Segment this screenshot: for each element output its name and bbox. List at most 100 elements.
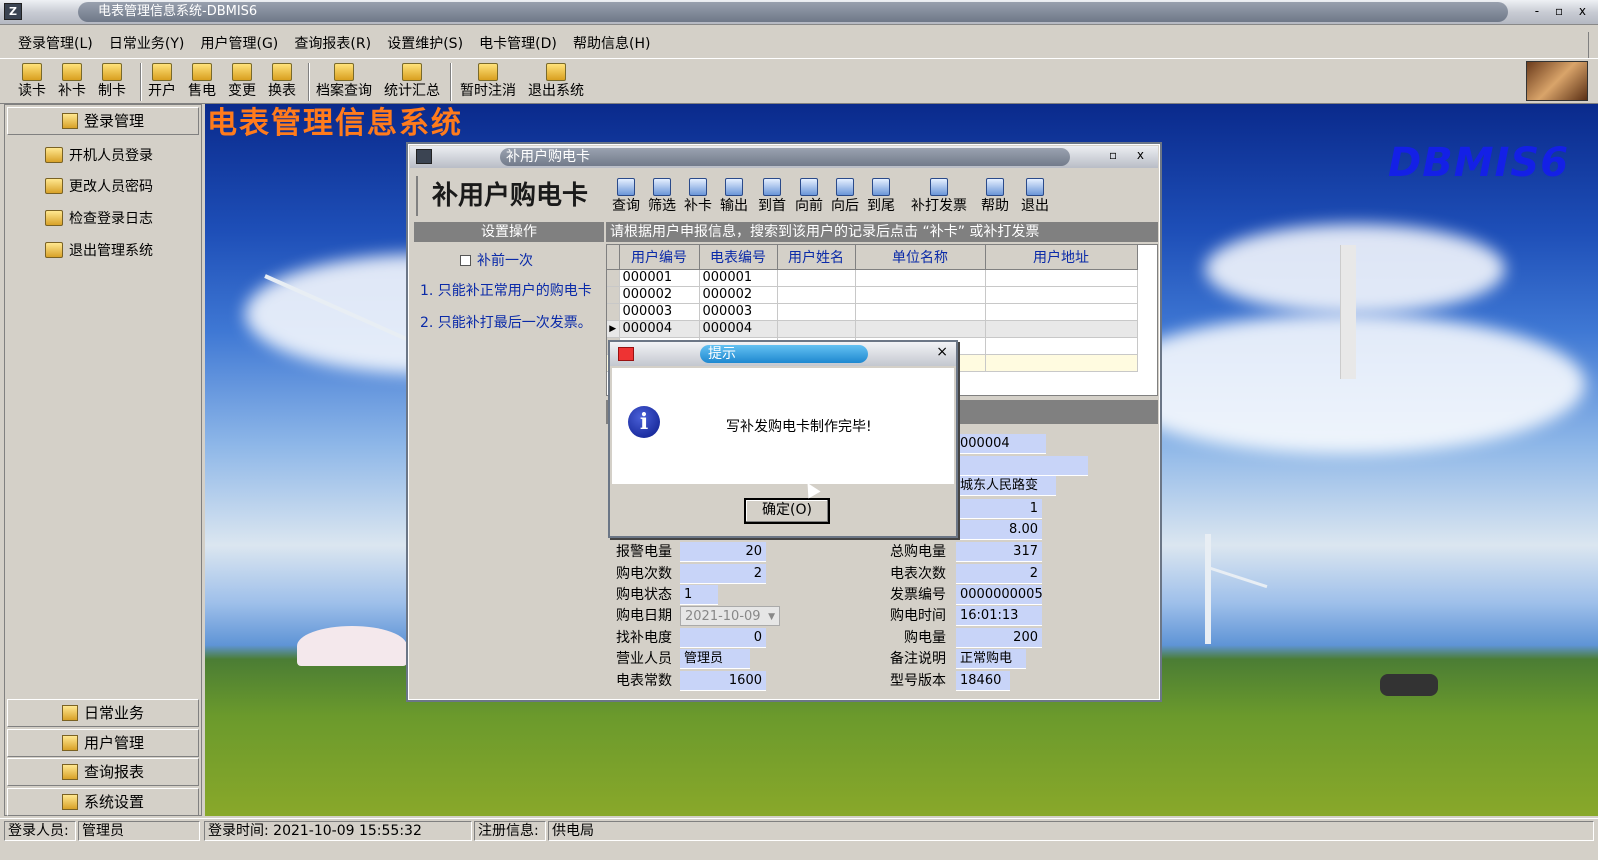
address-field[interactable]: 城东人民路变 — [956, 476, 1056, 496]
daily-icon — [61, 705, 78, 721]
menu-user[interactable]: 用户管理(G) — [195, 32, 285, 56]
prev-arrow-icon — [800, 178, 818, 196]
help-button[interactable]: 帮助 — [981, 176, 1009, 214]
table-row[interactable]: 000003 000003 — [607, 303, 1138, 321]
query-button[interactable]: 查询 — [612, 176, 640, 214]
operator-field[interactable]: 管理员 — [680, 649, 750, 669]
window-controls[interactable]: - ▫ x — [1535, 4, 1592, 18]
first-record-button[interactable]: 到首 — [758, 176, 786, 214]
make-card-button[interactable]: 制卡 — [98, 61, 126, 99]
purchase-power-field[interactable]: 200 — [956, 628, 1042, 648]
app-banner-title: 电表管理信息系统 — [207, 106, 463, 141]
nav-item-operator-login[interactable]: 开机人员登录 — [45, 147, 153, 165]
nav-header-daily[interactable]: 日常业务 — [7, 699, 199, 727]
reprint-invoice-button[interactable]: 补打发票 — [911, 176, 967, 214]
exit-folder-icon — [1026, 178, 1044, 196]
prev-record-button[interactable]: 向前 — [795, 176, 823, 214]
filter-button[interactable]: 筛选 — [648, 176, 676, 214]
reissue-card-action-button[interactable]: 补卡 — [684, 176, 712, 214]
menu-settings[interactable]: 设置维护(S) — [381, 32, 469, 56]
field-label: 找补电度 — [616, 630, 672, 646]
nav-header-login[interactable]: 登录管理 — [7, 107, 199, 135]
ops-header: 设置操作 — [414, 222, 604, 242]
menu-login[interactable]: 登录管理(L) — [12, 32, 99, 56]
menu-card[interactable]: 电卡管理(D) — [473, 32, 563, 56]
row-header — [607, 303, 620, 321]
col-company[interactable]: 单位名称 — [855, 245, 986, 270]
status-reg-label: 注册信息: — [474, 821, 546, 841]
next-record-button[interactable]: 向后 — [831, 176, 859, 214]
status-user-label: 登录人员: — [4, 821, 76, 841]
table-row[interactable]: 000001 000001 — [607, 269, 1138, 287]
purchase-date-picker[interactable]: 2021-10-09 ▼ — [680, 606, 780, 626]
price-field[interactable]: 8.00 — [956, 520, 1042, 540]
col-meter-id[interactable]: 电表编号 — [699, 245, 778, 270]
toolbar-separator — [140, 63, 142, 101]
count-field[interactable]: 1 — [956, 499, 1042, 519]
swap-meter-button[interactable]: 换表 — [268, 61, 296, 99]
status-bar: 登录人员: 管理员 登录时间: 2021-10-09 15:55:32 注册信息… — [0, 818, 1598, 842]
invoice-no-field[interactable]: 0000000005 — [956, 585, 1043, 605]
note-line-2: 2. 只能补打最后一次发票。 — [420, 315, 592, 331]
nav-header-settings[interactable]: 系统设置 — [7, 788, 199, 816]
last-record-button[interactable]: 到尾 — [867, 176, 895, 214]
archive-query-button[interactable]: 档案查询 — [316, 61, 372, 99]
purchase-time-field[interactable]: 16:01:13 — [956, 606, 1042, 626]
row-header — [607, 286, 620, 304]
last-record-icon — [872, 178, 890, 196]
nav-item-change-password[interactable]: 更改人员密码 — [45, 178, 153, 196]
prev-once-checkbox[interactable]: 补前一次 — [460, 252, 533, 270]
remark-field[interactable]: 正常购电 — [956, 649, 1026, 669]
nav-item-exit-system[interactable]: 退出管理系统 — [45, 242, 153, 260]
cell: 000001 — [699, 269, 778, 287]
menu-daily[interactable]: 日常业务(Y) — [103, 32, 190, 56]
table-row[interactable]: 000002 000002 — [607, 286, 1138, 304]
field-label: 电表次数 — [890, 566, 946, 582]
reissue-card-button[interactable]: 补卡 — [58, 61, 86, 99]
temp-logout-button[interactable]: 暂时注消 — [460, 61, 516, 99]
table-row-selected[interactable]: ▶ 000004 000004 — [607, 320, 1138, 338]
grid-vertical-scrollbar[interactable] — [1340, 245, 1356, 379]
title-bar: Z 电表管理信息系统-DBMIS6 - ▫ x — [0, 0, 1598, 25]
meter-constant-field[interactable]: 1600 — [680, 671, 766, 691]
col-user-name[interactable]: 用户姓名 — [777, 245, 856, 270]
export-button[interactable]: 输出 — [720, 176, 748, 214]
cell — [777, 286, 856, 304]
exit-button[interactable]: 退出 — [1021, 176, 1049, 214]
model-version-field[interactable]: 18460 — [956, 671, 1010, 691]
change-power-field[interactable]: 0 — [680, 628, 766, 648]
user-id-field[interactable]: 000004 — [956, 434, 1046, 454]
nav-item-login-log[interactable]: 检查登录日志 — [45, 210, 153, 228]
purchase-status-field[interactable]: 1 — [680, 585, 718, 605]
checkbox-box[interactable] — [460, 255, 471, 266]
change-button[interactable]: 变更 — [228, 61, 256, 99]
open-account-button[interactable]: 开户 — [148, 61, 176, 99]
menu-help[interactable]: 帮助信息(H) — [567, 32, 656, 56]
col-user-id[interactable]: 用户编号 — [619, 245, 700, 270]
filter-icon — [653, 178, 671, 196]
dialog-logo-icon — [618, 347, 634, 361]
nav-header-user[interactable]: 用户管理 — [7, 729, 199, 757]
child-window-controls[interactable]: ▫ x — [1109, 148, 1152, 162]
dialog-body: i 写补发购电卡制作完毕! — [612, 368, 954, 484]
chevron-down-icon[interactable]: ▼ — [768, 607, 775, 627]
status-reg: 供电局 — [548, 821, 1594, 841]
stats-summary-button[interactable]: 统计汇总 — [384, 61, 440, 99]
read-card-button[interactable]: 读卡 — [18, 61, 46, 99]
form-title: 补用户购电卡 — [416, 176, 602, 216]
total-power-field[interactable]: 317 — [956, 542, 1042, 562]
toolbar-thumbnail-image — [1526, 61, 1588, 101]
wind-turbine — [1205, 534, 1211, 644]
menu-report[interactable]: 查询报表(R) — [288, 32, 377, 56]
exit-system-button[interactable]: 退出系统 — [528, 61, 584, 99]
purchase-count-field[interactable]: 2 — [680, 564, 766, 584]
ok-button[interactable]: 确定(O) — [744, 498, 830, 524]
close-icon[interactable]: × — [936, 344, 948, 360]
nav-header-report[interactable]: 查询报表 — [7, 758, 199, 786]
sell-power-button[interactable]: 售电 — [188, 61, 216, 99]
user-name-field[interactable] — [956, 456, 1088, 476]
col-address[interactable]: 用户地址 — [985, 245, 1138, 270]
meter-count-field[interactable]: 2 — [956, 564, 1042, 584]
alarm-power-field[interactable]: 20 — [680, 542, 766, 562]
reissue-card-icon — [62, 63, 82, 81]
